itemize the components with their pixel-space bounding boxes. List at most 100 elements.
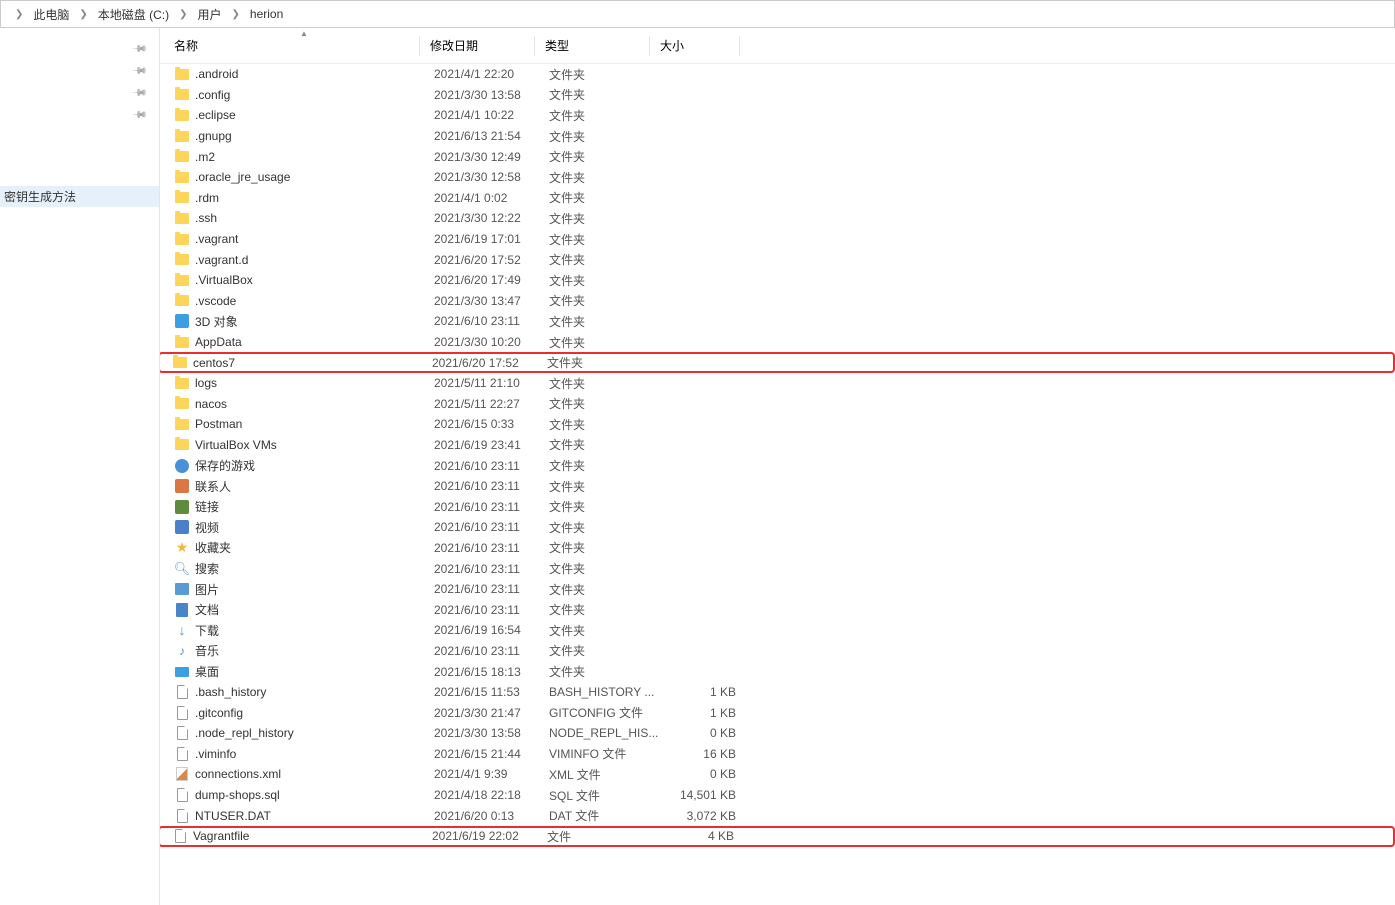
file-row[interactable]: 保存的游戏2021/6/10 23:11文件夹 (160, 455, 1395, 476)
column-header-type[interactable]: 类型 (535, 36, 650, 56)
navigation-pane[interactable]: 📌📌📌📌 密钥生成方法 (0, 28, 160, 905)
folder-icon (175, 213, 189, 224)
file-row[interactable]: 视频2021/6/10 23:11文件夹 (160, 517, 1395, 538)
file-date: 2021/3/30 13:47 (434, 294, 549, 308)
file-row[interactable]: .eclipse2021/4/1 10:22文件夹 (160, 105, 1395, 126)
file-row[interactable]: .rdm2021/4/1 0:02文件夹 (160, 188, 1395, 209)
column-header-name[interactable]: 名称 ▲ (160, 36, 420, 56)
file-row[interactable]: 链接2021/6/10 23:11文件夹 (160, 496, 1395, 517)
file-row[interactable]: ↓下载2021/6/19 16:54文件夹 (160, 620, 1395, 641)
file-row[interactable]: .gitconfig2021/3/30 21:47GITCONFIG 文件1 K… (160, 702, 1395, 723)
file-row[interactable]: .vscode2021/3/30 13:47文件夹 (160, 291, 1395, 312)
file-list[interactable]: .android2021/4/1 22:20文件夹.config2021/3/3… (160, 64, 1395, 905)
file-name: .eclipse (195, 108, 434, 122)
pictures-icon (175, 583, 189, 595)
file-name: centos7 (193, 356, 432, 370)
3d-objects-icon (175, 314, 189, 328)
file-type: 文件夹 (549, 107, 664, 124)
file-date: 2021/3/30 13:58 (434, 88, 549, 102)
file-row[interactable]: ♪音乐2021/6/10 23:11文件夹 (160, 641, 1395, 662)
file-type: 文件夹 (549, 416, 664, 433)
files-panel: 名称 ▲ 修改日期 类型 大小 .android2021/4/1 22:20文件… (160, 28, 1395, 905)
nav-pin-row[interactable]: 📌 (0, 82, 159, 104)
file-row[interactable]: NTUSER.DAT2021/6/20 0:13DAT 文件3,072 KB (160, 805, 1395, 826)
file-icon (177, 726, 188, 740)
file-type: 文件夹 (549, 231, 664, 248)
file-name: 收藏夹 (195, 539, 434, 556)
chevron-right-icon: ❯ (79, 9, 87, 20)
file-name: 音乐 (195, 642, 434, 659)
folder-icon (175, 172, 189, 183)
file-row[interactable]: connections.xml2021/4/1 9:39XML 文件0 KB (160, 764, 1395, 785)
file-size: 0 KB (664, 726, 744, 740)
file-date: 2021/3/30 12:49 (434, 150, 549, 164)
file-row[interactable]: 🔍︎搜索2021/6/10 23:11文件夹 (160, 558, 1395, 579)
file-row-highlighted[interactable]: centos72021/6/20 17:52文件夹 (160, 352, 1395, 373)
breadcrumb-item[interactable]: herion (246, 7, 287, 21)
nav-pin-row[interactable]: 📌 (0, 104, 159, 126)
chevron-right-icon: ❯ (15, 9, 23, 20)
chevron-right-icon: ❯ (232, 9, 240, 20)
breadcrumb-item[interactable]: 此电脑 (29, 6, 73, 23)
file-type: 文件夹 (549, 478, 664, 495)
file-row[interactable]: .VirtualBox2021/6/20 17:49文件夹 (160, 270, 1395, 291)
file-name: .VirtualBox (195, 273, 434, 287)
file-row[interactable]: .ssh2021/3/30 12:22文件夹 (160, 208, 1395, 229)
file-row[interactable]: .m22021/3/30 12:49文件夹 (160, 146, 1395, 167)
breadcrumb-item[interactable]: 用户 (194, 6, 226, 23)
file-date: 2021/6/19 23:41 (434, 438, 549, 452)
nav-item-selected[interactable]: 密钥生成方法 (0, 186, 159, 207)
column-header-size[interactable]: 大小 (650, 36, 740, 56)
file-row[interactable]: .vagrant2021/6/19 17:01文件夹 (160, 229, 1395, 250)
file-name: .node_repl_history (195, 726, 434, 740)
breadcrumb-item[interactable]: 本地磁盘 (C:) (94, 6, 173, 23)
file-type: 文件夹 (549, 539, 664, 556)
file-row[interactable]: .oracle_jre_usage2021/3/30 12:58文件夹 (160, 167, 1395, 188)
folder-icon (175, 254, 189, 265)
folder-icon (175, 131, 189, 142)
file-row[interactable]: ★收藏夹2021/6/10 23:11文件夹 (160, 538, 1395, 559)
file-row[interactable]: 联系人2021/6/10 23:11文件夹 (160, 476, 1395, 497)
file-row[interactable]: 文档2021/6/10 23:11文件夹 (160, 599, 1395, 620)
file-row[interactable]: Postman2021/6/15 0:33文件夹 (160, 414, 1395, 435)
sort-up-icon: ▲ (300, 29, 308, 38)
file-row[interactable]: nacos2021/5/11 22:27文件夹 (160, 394, 1395, 415)
file-row[interactable]: .viminfo2021/6/15 21:44VIMINFO 文件16 KB (160, 744, 1395, 765)
xml-file-icon (176, 767, 188, 781)
file-row[interactable]: AppData2021/3/30 10:20文件夹 (160, 332, 1395, 353)
file-date: 2021/6/15 18:13 (434, 665, 549, 679)
file-row[interactable]: dump-shops.sql2021/4/18 22:18SQL 文件14,50… (160, 785, 1395, 806)
file-row[interactable]: logs2021/5/11 21:10文件夹 (160, 373, 1395, 394)
file-name: 链接 (195, 498, 434, 515)
nav-pin-row[interactable]: 📌 (0, 60, 159, 82)
file-date: 2021/4/1 22:20 (434, 67, 549, 81)
file-type: 文件夹 (547, 354, 662, 371)
file-row[interactable]: VirtualBox VMs2021/6/19 23:41文件夹 (160, 435, 1395, 456)
file-date: 2021/6/20 17:52 (434, 253, 549, 267)
file-row[interactable]: .bash_history2021/6/15 11:53BASH_HISTORY… (160, 682, 1395, 703)
column-header-date[interactable]: 修改日期 (420, 36, 535, 56)
folder-icon (175, 398, 189, 409)
file-type: 文件夹 (549, 560, 664, 577)
file-row[interactable]: .config2021/3/30 13:58文件夹 (160, 85, 1395, 106)
folder-icon (175, 69, 189, 80)
file-row[interactable]: .vagrant.d2021/6/20 17:52文件夹 (160, 249, 1395, 270)
file-row[interactable]: .gnupg2021/6/13 21:54文件夹 (160, 126, 1395, 147)
file-name: 联系人 (195, 478, 434, 495)
file-row[interactable]: 3D 对象2021/6/10 23:11文件夹 (160, 311, 1395, 332)
breadcrumb[interactable]: ❯ 此电脑❯本地磁盘 (C:)❯用户❯herion (0, 0, 1395, 28)
file-type: 文件夹 (549, 601, 664, 618)
nav-pin-row[interactable]: 📌 (0, 38, 159, 60)
file-row[interactable]: .node_repl_history2021/3/30 13:58NODE_RE… (160, 723, 1395, 744)
file-date: 2021/3/30 12:58 (434, 170, 549, 184)
music-icon: ♪ (179, 644, 185, 658)
file-row[interactable]: 图片2021/6/10 23:11文件夹 (160, 579, 1395, 600)
file-row-highlighted[interactable]: Vagrantfile2021/6/19 22:02文件4 KB (160, 826, 1395, 847)
file-date: 2021/6/20 17:49 (434, 273, 549, 287)
file-row[interactable]: 桌面2021/6/15 18:13文件夹 (160, 661, 1395, 682)
file-date: 2021/6/10 23:11 (434, 541, 549, 555)
file-row[interactable]: .android2021/4/1 22:20文件夹 (160, 64, 1395, 85)
file-date: 2021/6/10 23:11 (434, 644, 549, 658)
file-name: .rdm (195, 191, 434, 205)
file-name: .config (195, 88, 434, 102)
